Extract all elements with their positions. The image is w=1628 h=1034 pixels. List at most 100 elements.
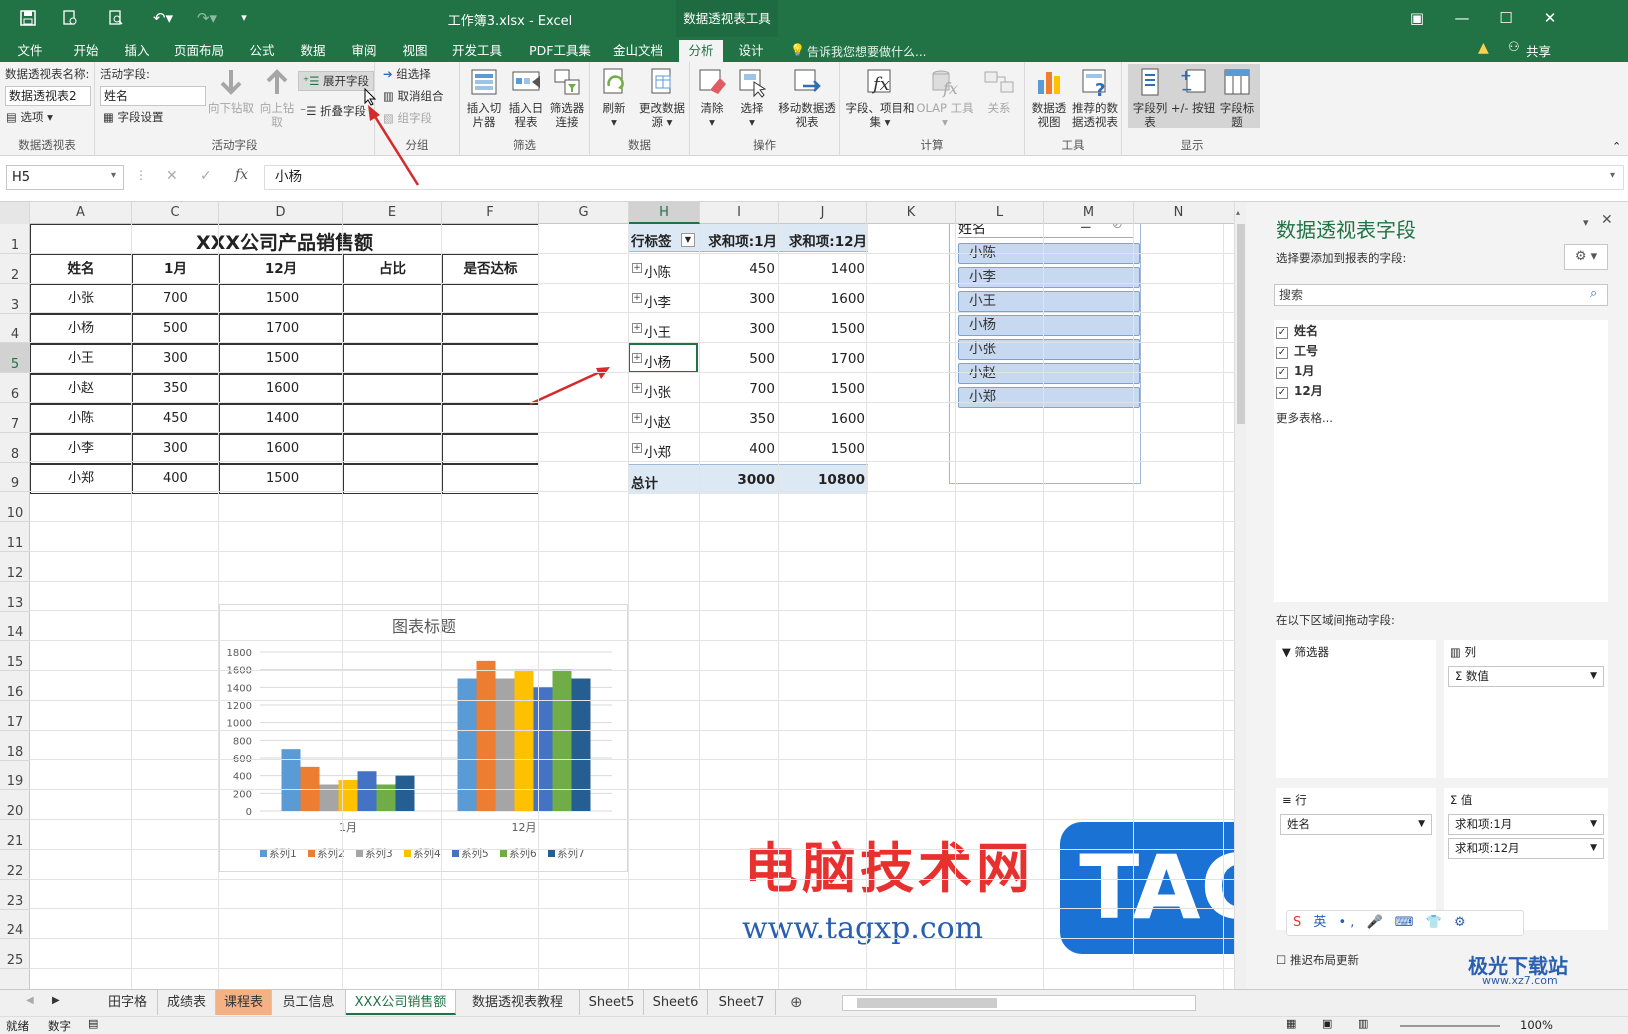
tab-file[interactable]: 文件 <box>10 40 50 62</box>
warning-icon[interactable]: ▲ <box>1478 40 1489 56</box>
sheet-tab[interactable]: 课程表 <box>216 990 272 1015</box>
row-header-24[interactable]: 24 <box>0 909 30 939</box>
row-header-7[interactable]: 7 <box>0 403 30 433</box>
row-header-2[interactable]: 2 <box>0 254 30 284</box>
sheet-tab[interactable]: 成绩表 <box>158 990 216 1015</box>
column-header-J[interactable]: J <box>779 202 867 224</box>
column-header-D[interactable]: D <box>219 202 343 224</box>
enter-icon[interactable]: ✓ <box>200 168 212 184</box>
sheet-tab[interactable]: Sheet5 <box>580 990 644 1015</box>
row-header-14[interactable]: 14 <box>0 611 30 641</box>
value-field-jan[interactable]: 求和项:1月 ▼ <box>1448 814 1604 835</box>
select-button[interactable]: 选择 ▾ <box>732 66 772 129</box>
checkbox-checked-icon[interactable]: ✓ <box>1276 387 1288 399</box>
column-header-G[interactable]: G <box>539 202 629 224</box>
row-header-9[interactable]: 9 <box>0 462 30 492</box>
pane-settings-gear-icon[interactable]: ⚙ ▾ <box>1564 244 1608 270</box>
insert-function-icon[interactable]: fx <box>235 167 248 183</box>
checkbox-checked-icon[interactable]: ✓ <box>1276 347 1288 359</box>
field-checkbox-row[interactable]: ✓ 工号 <box>1276 342 1318 359</box>
tab-formulas[interactable]: 公式 <box>242 40 282 62</box>
relationships-button[interactable]: 关系 <box>978 66 1020 115</box>
column-header-K[interactable]: K <box>867 202 956 224</box>
collapse-field-button[interactable]: ⁻☰ 折叠字段 <box>300 102 366 120</box>
tab-pdf-tools[interactable]: PDF工具集 <box>520 40 600 62</box>
sheet-tab[interactable]: Sheet7 <box>708 990 776 1015</box>
insert-timeline-button[interactable]: 插入日程表 <box>506 66 546 129</box>
filter-connections-button[interactable]: 筛选器连接 <box>546 66 588 129</box>
column-header-A[interactable]: A <box>30 202 132 224</box>
formula-input[interactable]: 小杨 <box>264 165 1624 190</box>
tab-review[interactable]: 审阅 <box>344 40 384 62</box>
row-header-1[interactable]: 1 <box>0 224 30 254</box>
row-header-23[interactable]: 23 <box>0 880 30 910</box>
row-header-4[interactable]: 4 <box>0 313 30 343</box>
row-header-11[interactable]: 11 <box>0 522 30 552</box>
row-header-22[interactable]: 22 <box>0 850 30 880</box>
redo-icon[interactable]: ↷▾ <box>190 6 224 30</box>
select-all-corner[interactable] <box>0 202 30 224</box>
plus-minus-buttons-button[interactable]: + − +/- 按钮 <box>1170 66 1216 115</box>
tab-analyze[interactable]: 分析 <box>679 40 723 62</box>
field-list-button[interactable]: 字段列表 <box>1130 66 1170 129</box>
maximize-icon[interactable]: ☐ <box>1494 6 1518 30</box>
expand-formula-icon[interactable]: ▾ <box>1610 170 1615 181</box>
row-header-8[interactable]: 8 <box>0 433 30 463</box>
tell-me-box[interactable]: 告诉我您想要做什么... <box>807 43 926 60</box>
worksheet-grid[interactable]: XXX公司产品销售额 姓名 1月 12月 占比 是否达标 小张 700 1500 小杨 500 17… <box>30 224 1245 989</box>
close-icon[interactable]: ✕ <box>1538 6 1562 30</box>
vertical-scrollbar[interactable]: ▴ <box>1234 202 1246 989</box>
row-header-25[interactable]: 25 <box>0 939 30 969</box>
page-layout-view-icon[interactable]: ▣ <box>1322 1017 1332 1030</box>
active-field-input[interactable]: 姓名 <box>100 86 206 106</box>
ribbon-display-icon[interactable]: ▣ <box>1405 6 1429 30</box>
row-header-21[interactable]: 21 <box>0 820 30 850</box>
name-box[interactable]: H5 <box>6 165 124 190</box>
field-search-input[interactable]: 搜索 <box>1274 284 1608 306</box>
page-break-view-icon[interactable]: ▥ <box>1358 1017 1368 1030</box>
row-header-3[interactable]: 3 <box>0 284 30 314</box>
macro-record-icon[interactable]: ▤ <box>88 1017 98 1030</box>
clear-button[interactable]: 清除 ▾ <box>692 66 732 129</box>
pane-options-icon[interactable]: ▾ <box>1583 216 1589 229</box>
columns-area[interactable]: ▥ 列 Σ 数值 ▼ <box>1444 640 1608 778</box>
field-settings-button[interactable]: ▦ 字段设置 <box>103 108 164 126</box>
undo-icon[interactable]: ↶▾ <box>146 6 180 30</box>
tab-design[interactable]: 设计 <box>731 40 771 62</box>
change-source-button[interactable]: 更改数据源 ▾ <box>636 66 688 129</box>
drill-down-button[interactable]: 向下钻取 <box>207 66 255 115</box>
row-field-name[interactable]: 姓名 ▼ <box>1280 814 1432 835</box>
row-header-20[interactable]: 20 <box>0 790 30 820</box>
prev-sheet-icon[interactable]: ◀ <box>26 995 34 1006</box>
zoom-slider[interactable] <box>1400 1025 1500 1027</box>
column-header-I[interactable]: I <box>700 202 779 224</box>
scroll-thumb[interactable] <box>1237 224 1245 424</box>
cancel-icon[interactable]: ✕ <box>166 168 178 184</box>
h-scroll-thumb[interactable] <box>857 998 997 1008</box>
row-header-15[interactable]: 15 <box>0 641 30 671</box>
column-header-F[interactable]: F <box>442 202 539 224</box>
customize-qat-icon[interactable]: ▾ <box>232 6 256 30</box>
pivot-chart-button[interactable]: 数据透视图 <box>1027 66 1071 129</box>
values-area[interactable]: Σ 值 求和项:1月 ▼ 求和项:12月 ▼ <box>1444 788 1608 930</box>
row-header-5[interactable]: 5 <box>0 343 30 373</box>
tab-kingsoft-docs[interactable]: 金山文档 <box>605 40 671 62</box>
field-checkbox-row[interactable]: ✓ 1月 <box>1276 362 1314 379</box>
insert-slicer-button[interactable]: 插入切片器 <box>464 66 504 129</box>
column-header-H[interactable]: H <box>629 202 700 224</box>
expand-field-button[interactable]: ⁺☰ 展开字段 <box>298 71 375 91</box>
next-sheet-icon[interactable]: ▶ <box>52 995 60 1006</box>
share-button[interactable]: 共享 <box>1526 41 1551 60</box>
row-header-6[interactable]: 6 <box>0 373 30 403</box>
row-header-19[interactable]: 19 <box>0 760 30 790</box>
horizontal-scrollbar[interactable] <box>842 995 1196 1011</box>
move-pivot-button[interactable]: 移动数据透视表 <box>774 66 840 129</box>
print-preview-icon[interactable] <box>58 6 82 30</box>
tab-view[interactable]: 视图 <box>395 40 435 62</box>
value-field-dec[interactable]: 求和项:12月 ▼ <box>1448 838 1604 859</box>
tab-insert[interactable]: 插入 <box>117 40 157 62</box>
drill-up-button[interactable]: 向上钻取 <box>255 66 299 129</box>
tab-data[interactable]: 数据 <box>293 40 333 62</box>
column-header-M[interactable]: M <box>1044 202 1134 224</box>
name-box-dropdown-icon[interactable]: ▾ <box>111 170 116 181</box>
